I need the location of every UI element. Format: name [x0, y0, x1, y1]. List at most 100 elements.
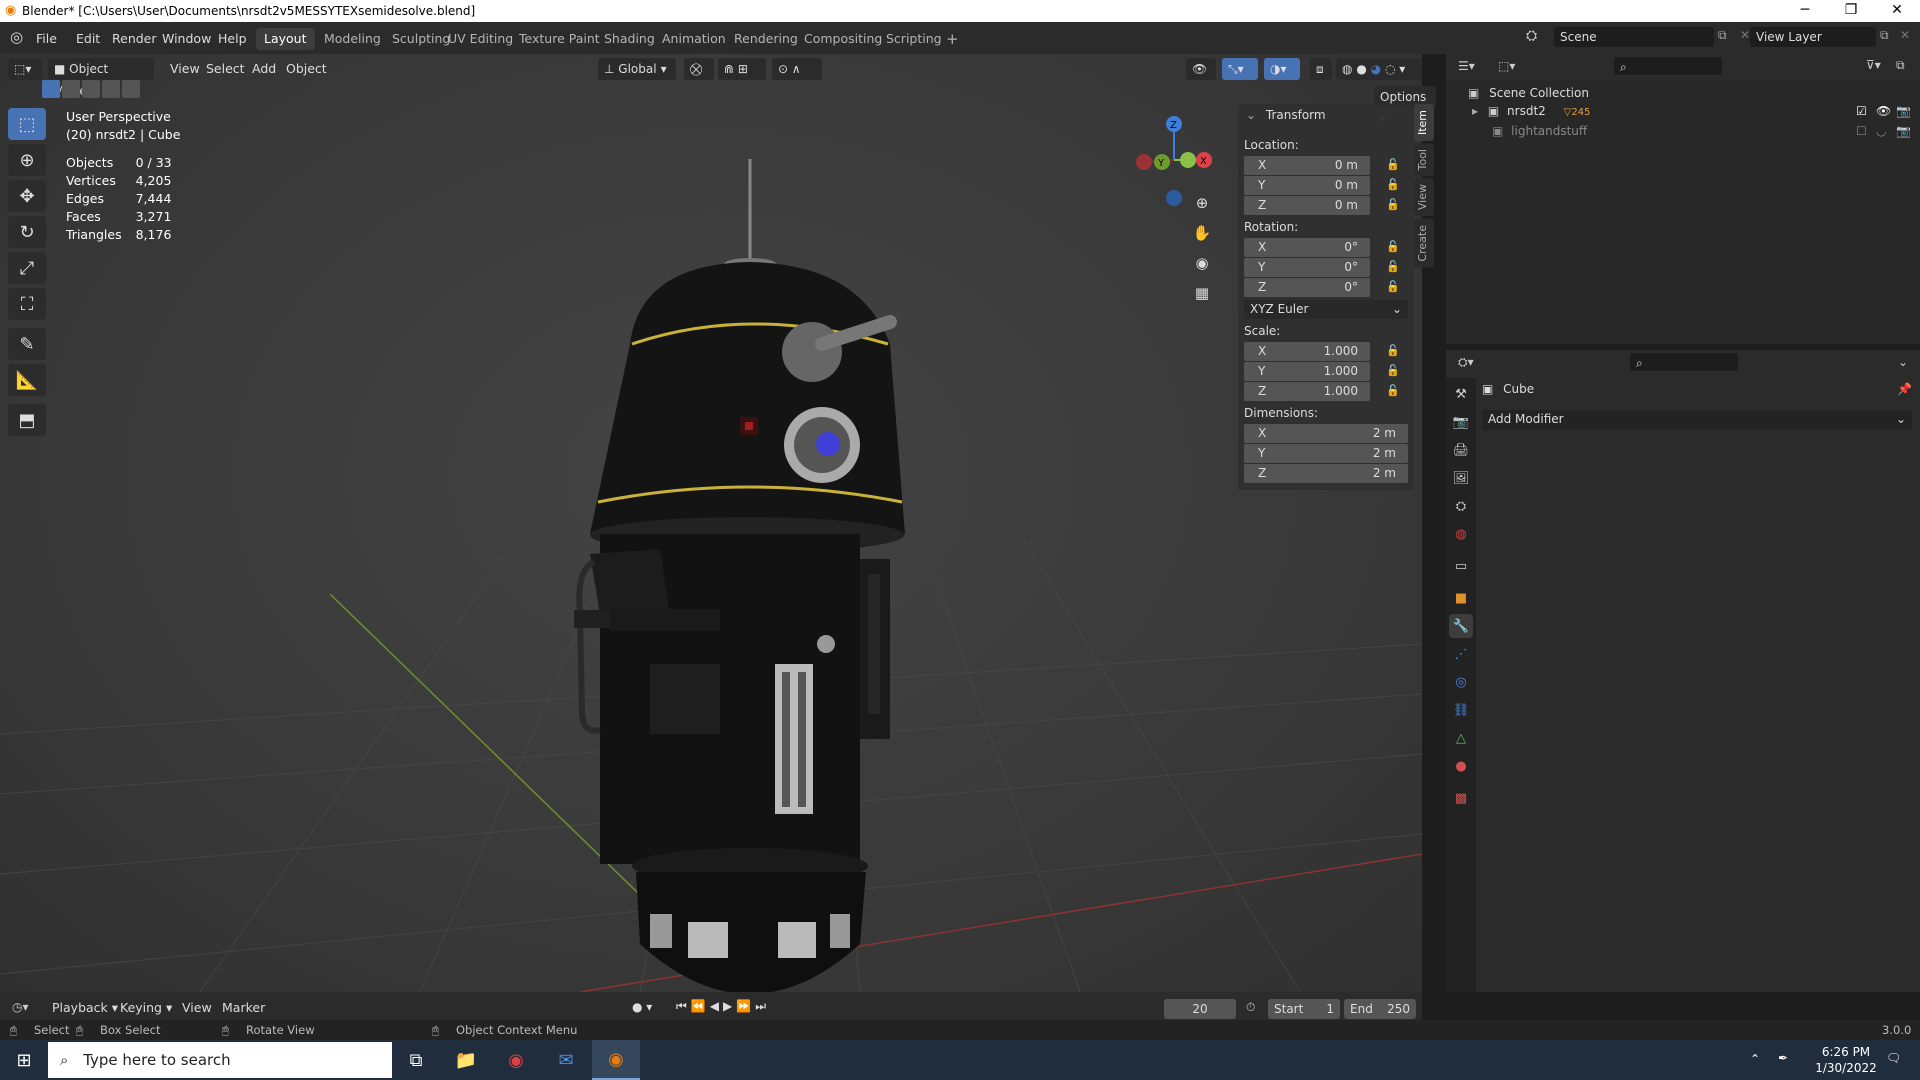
menu-file[interactable]: File [30, 29, 63, 49]
add-modifier-button[interactable]: Add Modifier ⌄ [1482, 410, 1912, 430]
solid-shading-icon[interactable]: ● [1356, 62, 1366, 76]
add-workspace-button[interactable]: + [938, 28, 967, 50]
stopwatch-icon[interactable]: ⏱ [1246, 1000, 1255, 1015]
task-view-icon[interactable]: ⧉ [392, 1040, 440, 1080]
editor-type-icon[interactable]: ◷▾ [12, 1000, 29, 1014]
output-tab-icon[interactable]: 🖨 [1449, 438, 1473, 462]
select-subtract-icon[interactable] [82, 80, 100, 98]
xray-button[interactable]: ⧈ [1310, 58, 1332, 80]
clock[interactable]: 6:26 PM 1/30/2022 [1808, 1044, 1884, 1076]
filter-icon[interactable]: ⊽▾ [1866, 58, 1881, 72]
outliner-search[interactable]: ⌕ [1614, 57, 1722, 75]
menu-edit[interactable]: Edit [70, 29, 106, 49]
select-invert-icon[interactable] [102, 80, 120, 98]
scene-collection-row[interactable]: ▣ Scene Collection [1468, 86, 1589, 100]
wireframe-shading-icon[interactable]: ◍ [1342, 62, 1352, 76]
timeline-menu-keying[interactable]: Keying ▾ [114, 998, 178, 1018]
chrome-icon[interactable]: ◉ [492, 1040, 540, 1080]
checkbox-icon[interactable]: ☑ [1856, 104, 1867, 118]
display-mode-icon[interactable]: ☰▾ [1458, 59, 1475, 73]
dimensions-z-field[interactable]: Z 2 m [1244, 464, 1408, 483]
new-collection-icon[interactable]: ⧉ [1896, 58, 1905, 73]
scene-selector[interactable]: Scene [1554, 27, 1714, 47]
camera-view-icon[interactable]: ◉ [1190, 254, 1214, 284]
remove-scene-icon[interactable]: ✕ [1740, 28, 1750, 42]
tab-item[interactable]: Item [1414, 104, 1434, 142]
camera-icon[interactable]: 📷 [1896, 104, 1911, 118]
menu-window[interactable]: Window [156, 29, 217, 49]
pen-icon[interactable]: ✒ [1778, 1051, 1788, 1065]
record-icon[interactable]: ● ▾ [632, 1000, 652, 1014]
close-button[interactable]: ✕ [1874, 0, 1920, 22]
proportional-edit-button[interactable]: ⊙ ∧ [772, 58, 822, 80]
windows-start-icon[interactable]: ⊞ [0, 1040, 48, 1080]
rendered-shading-icon[interactable]: ◌ [1385, 62, 1395, 76]
scale-tool[interactable]: ⤢ [8, 252, 46, 284]
properties-search[interactable]: ⌕ [1630, 353, 1738, 371]
tab-shading[interactable]: Shading [596, 28, 663, 50]
jump-start-icon[interactable]: ⏮ [676, 999, 691, 1013]
chevron-down-icon[interactable]: ⌄ [1898, 355, 1908, 369]
jump-end-icon[interactable]: ⏭ [755, 999, 770, 1013]
dimensions-y-field[interactable]: Y 2 m [1244, 444, 1408, 463]
gizmo-toggle-button[interactable]: ⤡▾ [1222, 58, 1258, 80]
scene-tab-icon[interactable]: ⛭ [1449, 494, 1473, 518]
file-explorer-icon[interactable]: 📁 [442, 1040, 490, 1080]
scale-y-field[interactable]: Y 1.000 [1244, 362, 1370, 381]
annotate-tool[interactable]: ✎ [8, 328, 46, 360]
menu-render[interactable]: Render [106, 29, 163, 49]
new-view-layer-icon[interactable]: ⧉ [1880, 28, 1889, 43]
dimensions-x-field[interactable]: X 2 m [1244, 424, 1408, 443]
lock-icon[interactable]: 🔓 [1386, 260, 1400, 274]
mail-icon[interactable]: ✉ [542, 1040, 590, 1080]
rotation-x-field[interactable]: X 0° [1244, 238, 1370, 257]
tab-layout[interactable]: Layout [256, 28, 315, 50]
end-frame-field[interactable]: End 250 [1344, 999, 1416, 1019]
tab-rendering[interactable]: Rendering [726, 28, 806, 50]
chevron-right-icon[interactable]: ▸ [1472, 104, 1478, 118]
object-tab-icon[interactable]: ■ [1449, 586, 1473, 610]
tab-create[interactable]: Create [1414, 218, 1434, 268]
tab-uv-editing[interactable]: UV Editing [440, 28, 521, 50]
scene-icon[interactable]: ⛭ [1526, 28, 1537, 44]
pivot-point-button[interactable]: ⛒ [684, 58, 714, 80]
3d-viewport[interactable]: Z X Y ⊕ ✋ ◉ ▦ [0, 54, 1422, 992]
blender-menu-icon[interactable]: ◎ [10, 28, 23, 46]
checkbox-icon[interactable]: ☐ [1856, 124, 1867, 138]
jump-keyframe-forward-icon[interactable]: ⏩ [736, 999, 755, 1013]
select-extend-icon[interactable] [62, 80, 80, 98]
select-intersect-icon[interactable] [122, 80, 140, 98]
world-tab-icon[interactable]: ◍ [1449, 522, 1473, 546]
camera-icon[interactable]: 📷 [1896, 124, 1911, 138]
filter-view-icon[interactable]: ⬚▾ [1498, 59, 1515, 73]
view-layer-tab-icon[interactable]: 🖼 [1449, 466, 1473, 490]
move-tool[interactable]: ✥ [8, 180, 46, 212]
editor-type-icon[interactable]: ⛭▾ [1458, 355, 1474, 370]
taskbar-search-box[interactable]: ⌕ Type here to search [48, 1042, 392, 1078]
tab-view[interactable]: View [1414, 178, 1434, 217]
select-box-tool[interactable]: ⬚ [8, 108, 46, 140]
vp-menu-select[interactable]: Select [200, 59, 251, 79]
scale-z-field[interactable]: Z 1.000 [1244, 382, 1370, 401]
transform-header[interactable]: ⌄ Transform [1246, 108, 1326, 122]
render-tab-icon[interactable]: 📷 [1449, 410, 1473, 434]
restore-button[interactable]: ❐ [1828, 0, 1874, 22]
overlays-button[interactable]: ◑▾ [1264, 58, 1300, 80]
tab-compositing[interactable]: Compositing [796, 28, 890, 50]
editor-type-button[interactable]: ⬚▾ [8, 58, 42, 80]
shading-buttons[interactable]: ◍ ● ◕ ◌ ▾ [1336, 58, 1422, 80]
view-layer-selector[interactable]: View Layer [1750, 27, 1876, 47]
rotation-mode-dropdown[interactable]: XYZ Euler ⌄ [1244, 300, 1408, 319]
rotation-z-field[interactable]: Z 0° [1244, 278, 1370, 297]
tab-tool[interactable]: Tool [1414, 143, 1434, 177]
vp-menu-add[interactable]: Add [246, 59, 282, 79]
lock-icon[interactable]: 🔓 [1386, 198, 1400, 212]
cursor-tool[interactable]: ⊕ [8, 144, 46, 176]
pan-hand-icon[interactable]: ✋ [1190, 224, 1214, 254]
location-x-field[interactable]: X 0 m [1244, 156, 1370, 175]
tab-texture-paint[interactable]: Texture Paint [511, 28, 608, 50]
tray-chevron-icon[interactable]: ⌃ [1750, 1052, 1760, 1066]
minimize-button[interactable]: ─ [1782, 0, 1828, 22]
start-frame-field[interactable]: Start 1 [1268, 999, 1340, 1019]
lock-icon[interactable]: 🔓 [1386, 344, 1400, 358]
